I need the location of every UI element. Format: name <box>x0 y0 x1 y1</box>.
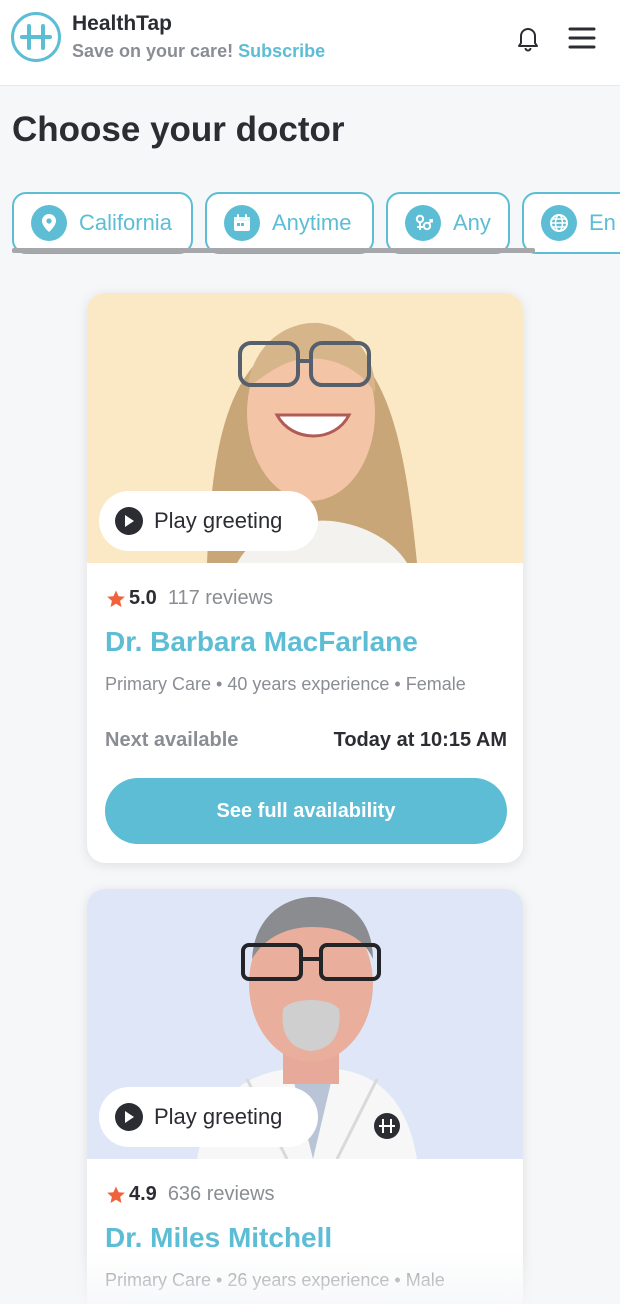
calendar-icon <box>224 205 260 241</box>
page-title: Choose your doctor <box>12 110 345 149</box>
globe-icon <box>541 205 577 241</box>
doctor-rating: 5.0 117 reviews <box>106 587 273 610</box>
star-icon <box>107 1186 125 1203</box>
gender-icon <box>405 205 441 241</box>
tagline: Save on your care! Subscribe <box>72 41 325 62</box>
next-available-label: Next available <box>105 729 239 751</box>
review-count[interactable]: 117 reviews <box>168 587 273 610</box>
play-icon <box>115 1103 143 1131</box>
play-greeting-label: Play greeting <box>154 508 283 533</box>
next-available-time: Today at 10:15 AM <box>333 729 507 751</box>
rating-score: 4.9 <box>129 1183 157 1205</box>
brand-name: HealthTap <box>72 12 172 35</box>
doctor-rating: 4.9 636 reviews <box>106 1183 275 1206</box>
healthtap-logo-icon[interactable] <box>11 12 61 62</box>
filter-chip-language[interactable]: En <box>522 192 620 254</box>
star-icon <box>107 590 125 607</box>
hamburger-menu-icon[interactable] <box>566 24 598 52</box>
doctor-name[interactable]: Dr. Barbara MacFarlane <box>105 626 418 658</box>
top-app-bar: HealthTap Save on your care! Subscribe <box>0 0 620 86</box>
filter-chip-label: En <box>589 210 616 235</box>
play-greeting-label: Play greeting <box>154 1104 283 1129</box>
play-greeting-button[interactable]: Play greeting <box>99 491 318 551</box>
filter-chip-label: California <box>79 210 172 235</box>
filter-chip-location[interactable]: California <box>12 192 193 254</box>
filter-chip-gender[interactable]: Any <box>386 192 510 254</box>
filter-chip-label: Any <box>453 210 491 235</box>
doctor-details: Primary Care • 40 years experience • Fem… <box>105 674 466 694</box>
filter-scrollbar[interactable] <box>12 248 535 253</box>
doctor-card[interactable]: Play greeting 5.0 117 reviews Dr. Barbar… <box>87 293 523 863</box>
play-icon <box>115 507 143 535</box>
doctor-name[interactable]: Dr. Miles Mitchell <box>105 1222 332 1254</box>
doctor-details: Primary Care • 26 years experience • Mal… <box>105 1270 445 1290</box>
play-greeting-button[interactable]: Play greeting <box>99 1087 318 1147</box>
filter-chip-label: Anytime <box>272 210 352 235</box>
filter-chip-time[interactable]: Anytime <box>205 192 374 254</box>
tagline-text: Save on your care! <box>72 41 234 61</box>
see-full-availability-button[interactable]: See full availability <box>105 778 507 844</box>
location-pin-icon <box>31 205 67 241</box>
review-count[interactable]: 636 reviews <box>168 1183 275 1206</box>
doctor-card[interactable]: Play greeting 4.9 636 reviews Dr. Miles … <box>87 889 523 1304</box>
bell-icon[interactable] <box>513 23 543 53</box>
rating-score: 5.0 <box>129 587 157 609</box>
subscribe-link[interactable]: Subscribe <box>238 41 325 61</box>
